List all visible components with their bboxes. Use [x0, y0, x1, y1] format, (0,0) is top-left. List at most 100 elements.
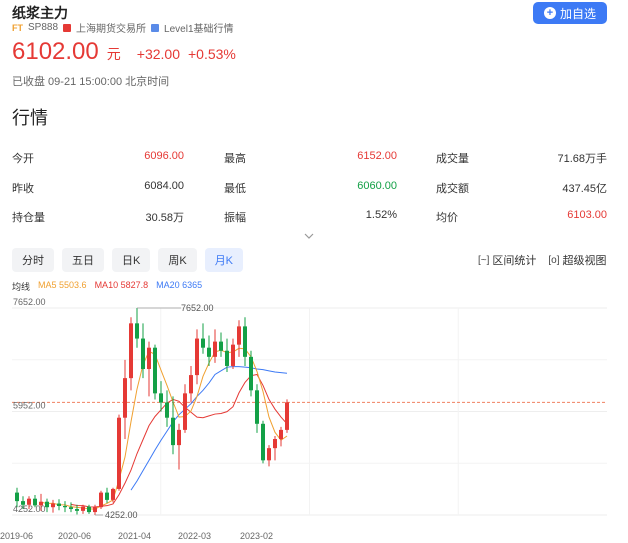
stat-value: 6103.00 — [567, 209, 607, 221]
stat-value: 30.58万 — [145, 212, 184, 224]
plus-icon: + — [543, 7, 556, 19]
candle-body — [81, 506, 85, 511]
x-tick-label: 2019-06 — [0, 531, 33, 541]
legend-ma5: MA5 5503.6 — [38, 280, 87, 290]
candle-body — [195, 338, 199, 376]
stat-value: 6096.00 — [144, 150, 184, 162]
super-view-icon: [o] — [548, 254, 560, 266]
level-label: Level1基础行情 — [164, 24, 234, 35]
contract-code: SP888 — [28, 22, 59, 33]
candle-body — [15, 492, 19, 502]
candle-body — [69, 507, 73, 510]
candle-body — [111, 488, 115, 500]
candle-body — [27, 498, 31, 505]
x-tick-label: 2020-06 — [58, 531, 91, 541]
candle-body — [267, 448, 271, 461]
tab-3[interactable]: 周K — [158, 248, 197, 272]
price-unit: 元 — [106, 46, 121, 62]
candle-body — [177, 429, 181, 446]
stat-label: 今开 — [12, 153, 34, 165]
stat-label: 振幅 — [224, 212, 246, 224]
contract-meta: FT SP888 上海期货交易所 Level1基础行情 — [12, 20, 234, 35]
candle-body — [201, 338, 205, 348]
exchange-flag-icon — [63, 23, 72, 32]
candle-body — [207, 347, 211, 357]
interval-icon: [~] — [478, 254, 490, 266]
stat-value: 1.52% — [365, 209, 397, 221]
min-label: 4252.00 — [105, 510, 138, 520]
stat-value: 6152.00 — [357, 150, 397, 162]
stat-label: 持仓量 — [12, 212, 45, 224]
period-tabs: 分时 五日 日K 周K 月K — [12, 248, 244, 272]
stats-row: 今开 6096.00 最高 6152.00 成交量 71.68万手 — [12, 150, 607, 166]
candle-body — [99, 492, 103, 508]
candle-body — [75, 509, 79, 511]
candle-body — [51, 503, 55, 508]
stat-label: 成交量 — [436, 153, 469, 165]
candle-body — [243, 326, 247, 357]
candle-body — [225, 350, 229, 366]
x-tick-label: 2023-02 — [240, 531, 273, 541]
price-change-pct: +0.53% — [187, 46, 236, 62]
chart-tools: [~] 区间统计 [o] 超级视图 — [478, 252, 607, 268]
candle-body — [261, 423, 265, 461]
last-price: 6102.00 — [12, 38, 99, 65]
candle-body — [45, 501, 49, 508]
expand-chevron-icon[interactable] — [304, 231, 314, 242]
candle-body — [237, 326, 241, 345]
candle-body — [231, 344, 235, 366]
legend-ma10: MA10 5827.8 — [94, 280, 149, 290]
candle-body — [285, 402, 289, 430]
price-row: 6102.00 元 +32.00 +0.53% — [12, 38, 236, 66]
exchange-name: 上海期货交易所 — [76, 24, 147, 35]
tab-4[interactable]: 月K — [204, 248, 244, 272]
level-badge-icon — [151, 23, 160, 32]
tab-0[interactable]: 分时 — [12, 248, 54, 272]
candle-body — [93, 507, 97, 513]
y-tick-label: 7652.00 — [13, 297, 46, 307]
stat-label: 成交额 — [436, 183, 469, 195]
stats-row: 持仓量 30.58万 振幅 1.52% 均价 6103.00 — [12, 209, 607, 225]
candle-body — [87, 506, 91, 513]
candle-body — [63, 505, 67, 508]
candle-body — [21, 501, 25, 505]
candle-body — [135, 323, 139, 339]
stats-row: 昨收 6084.00 最低 6060.00 成交额 437.45亿 — [12, 180, 607, 196]
candle-body — [105, 492, 109, 500]
price-change: +32.00 — [136, 46, 180, 62]
candle-body — [33, 498, 37, 506]
candle-body — [129, 323, 133, 379]
ma-legend: 均线 MA5 5503.6 MA10 5827.8 MA20 6365 — [12, 280, 202, 293]
interval-stats-label: 区间统计 — [492, 255, 537, 267]
candle-body — [153, 347, 157, 394]
candle-body — [249, 356, 253, 391]
kline-chart[interactable]: 7652.00 5952.00 4252.00 2019-06 2020-06 2021-… — [0, 294, 628, 543]
stat-label: 最高 — [224, 153, 246, 165]
candle-body — [255, 390, 259, 424]
tab-1[interactable]: 五日 — [62, 248, 104, 272]
stat-label: 均价 — [436, 212, 458, 224]
candle-body — [165, 402, 169, 418]
market-status: 已收盘 09-21 15:00:00 北京时间 — [12, 76, 170, 88]
candle-body — [189, 375, 193, 394]
legend-ma20: MA20 6365 — [156, 280, 203, 290]
candle-body — [171, 417, 175, 446]
stat-value: 6060.00 — [357, 180, 397, 192]
add-watchlist-button[interactable]: + 加自选 — [533, 2, 607, 24]
stat-label: 昨收 — [12, 183, 34, 195]
add-watchlist-label: 加自选 — [559, 6, 596, 21]
stat-value: 71.68万手 — [557, 153, 607, 165]
stat-value: 6084.00 — [144, 180, 184, 192]
tab-2[interactable]: 日K — [112, 248, 151, 272]
super-view-label: 超级视图 — [562, 255, 607, 267]
candle-body — [147, 347, 151, 370]
candle-body — [273, 439, 277, 449]
candle-body — [117, 417, 121, 489]
candle-body — [183, 393, 187, 430]
candle-body — [213, 341, 217, 357]
max-label: 7652.00 — [181, 303, 214, 313]
legend-avg: 均线 — [12, 282, 31, 292]
interval-stats-button[interactable]: [~] 区间统计 — [478, 252, 536, 268]
stat-value: 437.45亿 — [562, 183, 607, 195]
super-view-button[interactable]: [o] 超级视图 — [548, 252, 606, 268]
